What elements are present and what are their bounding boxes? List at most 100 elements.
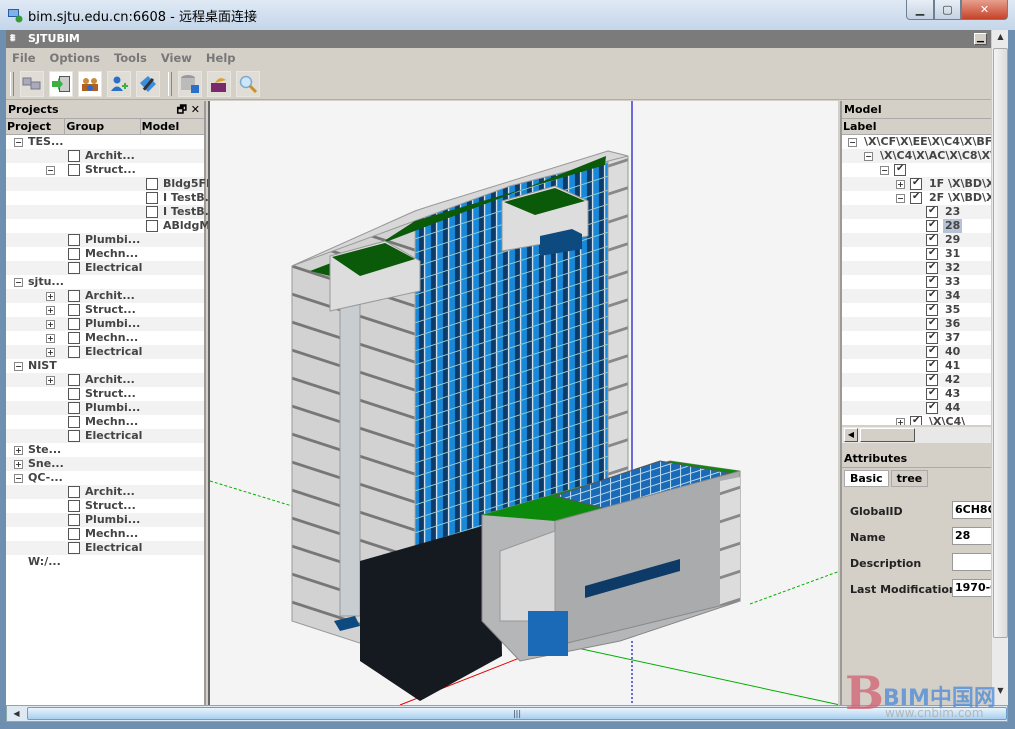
checkbox[interactable] [146,206,158,218]
checkbox[interactable] [68,486,80,498]
model-tree-row[interactable]: 28 [842,218,993,233]
project-tree-row[interactable]: I TestB. [6,205,209,219]
model-tree-row[interactable]: 37 [842,330,993,345]
tree-node-label[interactable]: sjtu... [28,275,64,289]
app-minimize-button[interactable]: ▁ [974,33,987,45]
checkbox[interactable] [68,304,80,316]
model-tree-row[interactable]: 33 [842,274,993,289]
project-tree-row[interactable]: ABldgM [6,219,210,233]
tree-node-label[interactable]: 2F \X\BD\X [927,191,993,205]
expand-icon[interactable]: + [46,334,55,343]
model-tree-row[interactable]: − 2F \X\BD\X [842,190,993,205]
checkbox[interactable] [146,220,158,232]
tree-node-label[interactable]: I TestB. [163,191,209,205]
expand-icon[interactable]: + [14,446,23,455]
checkbox[interactable] [68,388,80,400]
checkbox[interactable] [926,218,938,232]
checkbox[interactable] [68,514,80,526]
project-tree-row[interactable]: + Sne... [6,457,204,471]
checkbox[interactable] [926,274,938,288]
basket-button[interactable] [207,71,231,97]
tree-node-label[interactable]: 29 [943,233,962,247]
menu-tools[interactable]: Tools [114,51,147,65]
tree-node-label[interactable]: 31 [943,247,962,261]
tree-node-label[interactable]: 37 [943,331,962,345]
checkbox[interactable] [926,288,938,302]
project-tree-row[interactable]: Struct... [6,499,204,513]
checkbox[interactable] [68,248,80,260]
tree-node-label[interactable]: Mechn... [85,527,138,541]
collapse-icon[interactable]: − [14,474,23,483]
3d-model-viewport[interactable] [208,101,838,705]
tree-node-label[interactable]: \X\C4\X\AC\X\C8\X\CF [878,149,993,163]
model-tree-row[interactable]: + \X\C4\ [842,414,993,425]
tab-tree[interactable]: tree [890,470,929,487]
checkbox[interactable] [926,246,938,260]
project-tree-row[interactable]: + Archit... [6,289,204,303]
project-tree-row[interactable]: Mechn... [6,527,204,541]
checkbox[interactable] [68,262,80,274]
column-header-model[interactable]: Model [141,119,204,134]
tree-node-label[interactable]: 36 [943,317,962,331]
model-tree-hscrollbar[interactable]: ◀ [842,427,993,443]
tree-node-label[interactable]: Electrical [85,261,142,275]
checkbox[interactable] [926,232,938,246]
window-maximize-button[interactable]: ▢ [934,0,961,20]
scroll-left-icon[interactable]: ◀ [9,706,24,721]
toolbar-grip[interactable] [10,72,14,96]
checkbox[interactable] [68,332,80,344]
project-tree-row[interactable]: Electrical [6,541,204,555]
scroll-thumb[interactable] [860,428,915,442]
expand-icon[interactable]: + [46,292,55,301]
model-tree-row[interactable]: 44 [842,400,993,415]
project-tree-row[interactable]: Plumbi... [6,233,204,247]
project-tree-row[interactable]: + Ste... [6,443,204,457]
tab-basic[interactable]: Basic [844,470,889,487]
project-tree-row[interactable]: + Archit... [6,373,204,387]
checkbox[interactable] [926,302,938,316]
menu-options[interactable]: Options [50,51,100,65]
vertical-scroll-thumb[interactable] [993,48,1008,638]
close-panel-icon[interactable]: ✕ [191,103,200,116]
expand-icon[interactable]: + [896,418,905,425]
window-close-button[interactable]: ✕ [961,0,1008,20]
project-tree-row[interactable]: Bldg5Fl [6,177,210,191]
menu-view[interactable]: View [161,51,192,65]
checkbox[interactable] [926,344,938,358]
tree-node-label[interactable]: Electrical [85,345,142,359]
checkbox[interactable] [68,150,80,162]
tree-node-label[interactable]: QC-... [28,471,63,485]
tree-node-label[interactable]: Plumbi... [85,233,140,247]
model-tree-row[interactable]: 34 [842,288,993,303]
model-tree-row[interactable]: − [842,162,993,177]
tree-node-label[interactable]: Struct... [85,163,136,177]
tree-node-label[interactable]: NIST [28,359,57,373]
database-save-button[interactable] [178,71,202,97]
checkbox[interactable] [68,416,80,428]
model-tree-row[interactable]: 23 [842,204,993,219]
checkbox[interactable] [68,164,80,176]
model-tree-row[interactable]: 36 [842,316,993,331]
checkbox[interactable] [146,192,158,204]
checkbox[interactable] [68,500,80,512]
checkbox[interactable] [68,234,80,246]
project-tree-row[interactable]: Electrical [6,261,204,275]
checkbox[interactable] [926,204,938,218]
project-tree-row[interactable]: Struct... [6,387,204,401]
tree-node-label[interactable]: 35 [943,303,962,317]
checkbox[interactable] [68,290,80,302]
checkbox[interactable] [910,414,922,425]
project-tree-row[interactable]: − NIST [6,359,204,373]
checkbox[interactable] [68,318,80,330]
model-tree-row[interactable]: 43 [842,386,993,401]
tree-node-label[interactable]: Electrical [85,429,142,443]
tree-node-label[interactable]: ABldgM [163,219,210,233]
expand-icon[interactable]: + [46,376,55,385]
collapse-icon[interactable]: − [14,138,23,147]
column-header-project[interactable]: Project [6,119,66,134]
project-tree-row[interactable]: − QC-... [6,471,204,485]
scroll-up-icon[interactable]: ▲ [993,32,1008,47]
checkbox[interactable] [68,542,80,554]
tree-node-label[interactable]: Struct... [85,303,136,317]
restore-panel-icon[interactable]: 🗗 [177,103,187,116]
